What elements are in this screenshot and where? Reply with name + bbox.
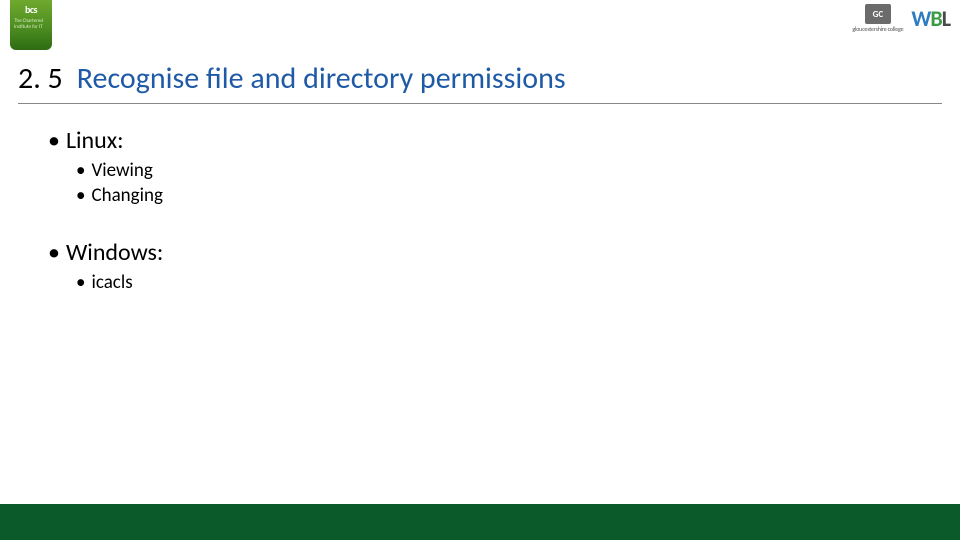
- gc-logo: GC gloucestershire college: [852, 4, 903, 33]
- title-row: 2. 5 Recognise file and directory permis…: [18, 60, 942, 104]
- wbl-b: B: [930, 5, 941, 32]
- section-item: icacls: [91, 271, 132, 296]
- bullet-lvl2: • icacls: [76, 271, 920, 296]
- bcs-logo-label: bcs: [10, 0, 52, 16]
- slide: bcs The Chartered Institute for IT GC gl…: [0, 0, 960, 540]
- section-heading: Windows:: [66, 238, 163, 267]
- footer-bar: [0, 504, 960, 540]
- bullet-lvl2: • Viewing: [76, 159, 920, 184]
- body-content: • Linux: • Viewing • Changing • Windows:…: [48, 120, 920, 296]
- wbl-w: W: [911, 5, 930, 32]
- bullet-icon: •: [48, 126, 60, 155]
- section-item: Viewing: [91, 159, 152, 184]
- gc-logo-label: GC: [865, 4, 891, 24]
- bcs-logo-sub: The Chartered Institute for IT: [10, 16, 52, 32]
- bullet-lvl2: • Changing: [76, 184, 920, 209]
- title-text: Recognise file and directory permissions: [77, 60, 566, 97]
- bullet-lvl1: • Linux:: [48, 126, 920, 155]
- logos-right: GC gloucestershire college W B L: [852, 4, 950, 33]
- bullet-icon: •: [76, 271, 85, 296]
- bullet-lvl1: • Windows:: [48, 238, 920, 267]
- bullet-icon: •: [76, 159, 85, 184]
- bullet-icon: •: [48, 238, 60, 267]
- title-number: 2. 5: [18, 60, 63, 97]
- wbl-l: L: [942, 5, 950, 32]
- section-item: Changing: [91, 184, 162, 209]
- section-heading: Linux:: [66, 126, 124, 155]
- gc-logo-sub: gloucestershire college: [852, 25, 903, 33]
- wbl-logo: W B L: [911, 5, 950, 32]
- bcs-logo: bcs The Chartered Institute for IT: [10, 0, 52, 50]
- bullet-icon: •: [76, 184, 85, 209]
